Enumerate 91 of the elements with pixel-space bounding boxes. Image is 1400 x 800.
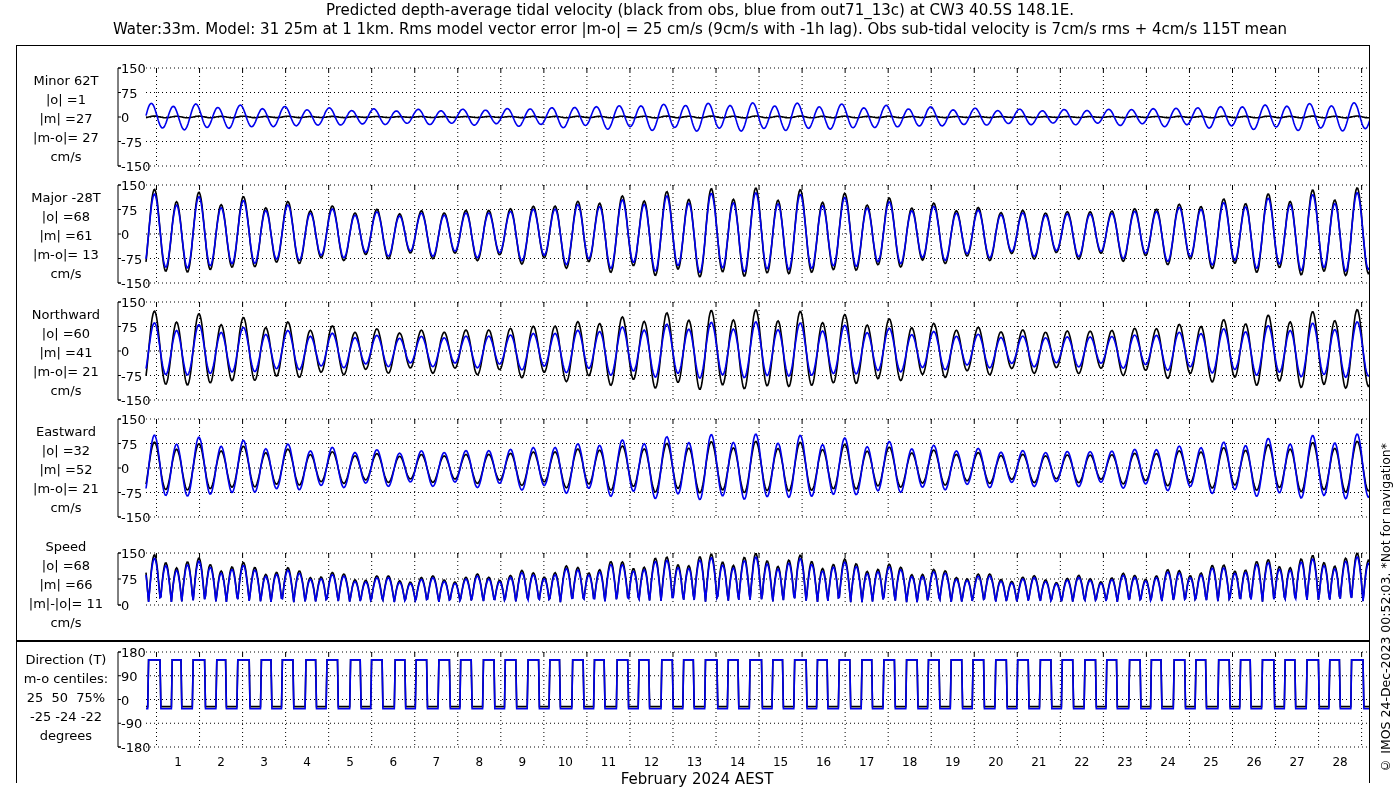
x-tick-label: 26 bbox=[1246, 755, 1262, 769]
x-tick-label: 20 bbox=[988, 755, 1004, 769]
panel-label-line: |m|-|o|= 11 bbox=[28, 594, 104, 613]
x-tick-label: 16 bbox=[815, 755, 832, 769]
panel-label-line: -25 -24 -22 bbox=[29, 707, 102, 726]
y-tick-label: 0 bbox=[120, 110, 130, 125]
panel-label-line: |m| =41 bbox=[39, 344, 93, 362]
y-tick-label: 0 bbox=[120, 598, 130, 613]
y-tick-label: -150 bbox=[120, 159, 151, 174]
y-tick-label: 150 bbox=[120, 546, 146, 561]
panel-label-line: |m| =27 bbox=[39, 110, 93, 128]
x-tick-label: 18 bbox=[902, 755, 918, 769]
panel-label-line: Minor 62T bbox=[33, 72, 99, 90]
y-tick-label: 150 bbox=[120, 61, 146, 76]
y-tick-label: -75 bbox=[120, 251, 143, 267]
panel-label-line: |o| =68 bbox=[41, 556, 91, 575]
panel-label-line: |m| =66 bbox=[39, 575, 93, 594]
panel-label-line: cm/s bbox=[50, 148, 82, 166]
y-tick-label: 0 bbox=[120, 692, 130, 708]
x-tick-label: 24 bbox=[1160, 755, 1176, 769]
y-tick-label: 75 bbox=[120, 85, 138, 101]
x-tick-label: 10 bbox=[557, 755, 573, 769]
x-tick-label: 11 bbox=[600, 755, 616, 769]
x-tick-label: 17 bbox=[858, 755, 875, 769]
x-tick-label: 12 bbox=[643, 755, 659, 769]
x-tick-label: 4 bbox=[303, 755, 311, 769]
panel-label-line: Direction (T) bbox=[25, 650, 107, 669]
panel-label-line: cm/s bbox=[50, 382, 82, 400]
x-tick-label: 25 bbox=[1203, 755, 1219, 769]
y-tick-label: 180 bbox=[120, 645, 146, 660]
x-tick-label: 1 bbox=[174, 755, 182, 769]
y-tick-label: -150 bbox=[120, 276, 151, 291]
panel-label-line: Major -28T bbox=[31, 189, 101, 207]
x-tick-label: 28 bbox=[1332, 755, 1348, 769]
x-tick-label: 9 bbox=[518, 755, 527, 769]
y-tick-label: 0 bbox=[120, 461, 130, 476]
panel-label-line: |o| =60 bbox=[41, 325, 91, 343]
panel-label-line: cm/s bbox=[50, 613, 82, 632]
panel-label-line: |o| =32 bbox=[41, 442, 91, 460]
panel-label-line: |m-o|= 13 bbox=[33, 246, 99, 264]
x-tick-label: 8 bbox=[475, 755, 484, 769]
panel-label-line: |o| =68 bbox=[41, 208, 91, 226]
x-tick-label: 13 bbox=[686, 755, 703, 769]
panel-label-line: |m| =52 bbox=[39, 461, 93, 479]
x-tick-label: 22 bbox=[1074, 755, 1090, 769]
y-tick-label: -75 bbox=[120, 368, 143, 384]
y-axis bbox=[117, 552, 122, 606]
footer-note: © IMOS 24-Dec-2023 00:52:03. *Not for navigation* bbox=[1377, 443, 1393, 775]
y-tick-label: 150 bbox=[120, 178, 146, 193]
panel-label-line: |m| =61 bbox=[39, 227, 93, 245]
y-tick-label: 75 bbox=[120, 572, 138, 587]
y-tick-label: 0 bbox=[120, 227, 130, 242]
panel-label-line: |m-o|= 21 bbox=[33, 363, 99, 381]
y-tick-label: 150 bbox=[120, 295, 146, 310]
panel-label-line: |o| =1 bbox=[45, 91, 86, 109]
panel-label-line: Speed bbox=[45, 537, 87, 556]
y-tick-label: -75 bbox=[120, 485, 143, 501]
y-tick-label: -150 bbox=[120, 510, 151, 525]
x-tick-label: 7 bbox=[432, 755, 440, 769]
x-tick-label: 15 bbox=[772, 755, 789, 769]
y-tick-label: 75 bbox=[120, 319, 138, 335]
y-tick-label: -75 bbox=[120, 134, 143, 150]
x-tick-label: 2 bbox=[217, 755, 225, 769]
x-axis-label: February 2024 AEST bbox=[620, 770, 774, 788]
x-tick-label: 19 bbox=[945, 755, 961, 769]
y-tick-label: 150 bbox=[120, 412, 146, 427]
y-tick-label: 90 bbox=[120, 668, 138, 684]
panel-label-line: Eastward bbox=[35, 423, 96, 441]
x-tick-label: 5 bbox=[346, 755, 354, 769]
x-tick-label: 3 bbox=[260, 755, 268, 769]
chart-title: Predicted depth-average tidal velocity (black from obs, blue from out71_13c) at CW3 40.5S 148.1E. bbox=[326, 1, 1074, 20]
y-tick-label: 75 bbox=[120, 436, 138, 452]
panel-label-line: m-o centiles: bbox=[23, 669, 109, 688]
y-tick-label: -150 bbox=[120, 393, 151, 408]
panel-label-line: cm/s bbox=[50, 265, 82, 283]
x-tick-label: 21 bbox=[1031, 755, 1047, 769]
y-tick-label: 75 bbox=[120, 202, 138, 218]
y-tick-label: -90 bbox=[120, 716, 143, 732]
panel-label-line: |m-o|= 27 bbox=[33, 129, 99, 147]
x-tick-label: 27 bbox=[1289, 755, 1305, 769]
y-tick-label: 0 bbox=[120, 344, 130, 359]
y-tick-label: -180 bbox=[120, 740, 151, 752]
x-tick-label: 14 bbox=[729, 755, 746, 769]
panel-label-line: 25 50 75% bbox=[26, 688, 106, 707]
panel-label-line: Northward bbox=[31, 306, 101, 324]
panel-label-line: |m-o|= 21 bbox=[33, 480, 99, 498]
chart-title: Water:33m. Model: 31 25m at 1 1km. Rms model vector error |m-o| = 25 cm/s (9cm/s with -1h lag). Obs sub-tidal velocity is 7cm/s rms + 4cm/s 115T mean bbox=[112, 20, 1288, 39]
panel-label-line: degrees bbox=[39, 726, 93, 745]
x-tick-label: 23 bbox=[1117, 755, 1133, 769]
panel-label-line: cm/s bbox=[50, 499, 82, 517]
x-tick-label: 6 bbox=[389, 755, 397, 769]
